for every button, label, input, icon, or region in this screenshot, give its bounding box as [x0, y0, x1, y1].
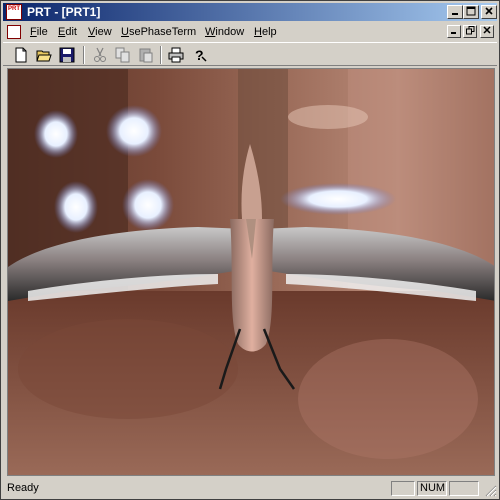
help-icon: ? — [195, 47, 207, 63]
maximize-button[interactable] — [463, 5, 479, 19]
child-close-button[interactable] — [480, 25, 494, 38]
cut-button[interactable] — [90, 46, 110, 64]
app-window: PRT PRT - [PRT1] File Edit View UsePhase… — [0, 0, 500, 500]
menu-edit[interactable]: Edit — [58, 25, 77, 39]
resize-grip[interactable] — [483, 483, 497, 497]
copy-icon — [115, 47, 130, 63]
open-button[interactable] — [34, 46, 54, 64]
window-title: PRT - [PRT1] — [27, 5, 101, 19]
toolbar-separator — [83, 46, 85, 64]
menu-edit-label: dit — [65, 26, 77, 38]
light-orb — [106, 105, 162, 157]
status-pane-num: NUM — [417, 481, 447, 496]
scene-render[interactable] — [8, 69, 495, 476]
child-restore-button[interactable] — [463, 25, 477, 38]
print-icon — [168, 47, 184, 63]
svg-text:?: ? — [195, 47, 204, 63]
minimize-icon — [451, 32, 456, 34]
save-icon — [59, 47, 75, 63]
menu-window-mnemonic: W — [205, 26, 216, 38]
menu-file-mnemonic: F — [30, 26, 37, 38]
status-text: Ready — [7, 482, 39, 494]
menu-file[interactable]: File — [30, 25, 48, 39]
close-icon — [483, 26, 491, 34]
light-streak — [288, 105, 368, 129]
close-icon — [485, 7, 493, 15]
copy-button[interactable] — [113, 46, 133, 64]
app-icon[interactable]: PRT — [6, 4, 22, 20]
menu-view-label: iew — [95, 26, 112, 38]
paste-icon — [139, 48, 153, 63]
status-pane-caps — [391, 481, 415, 496]
app-icon-text: PRT — [8, 6, 20, 12]
light-streak — [280, 183, 396, 215]
close-button[interactable] — [481, 5, 497, 19]
light-orb — [54, 181, 98, 233]
new-button[interactable] — [11, 46, 31, 64]
document-icon[interactable] — [7, 25, 21, 39]
menu-file-label: ile — [36, 26, 48, 38]
print-button[interactable] — [166, 46, 186, 64]
title-bar[interactable]: PRT PRT - [PRT1] — [3, 3, 497, 21]
render-viewport[interactable] — [7, 68, 495, 476]
minimize-icon — [452, 13, 458, 15]
minimize-button[interactable] — [447, 5, 463, 19]
floor-pattern — [18, 319, 238, 419]
menu-window[interactable]: Window — [205, 25, 244, 39]
menu-usephaseterm-mnemonic: U — [121, 26, 129, 38]
light-orb — [34, 110, 78, 158]
menu-help[interactable]: Help — [254, 25, 277, 39]
restore-icon — [465, 26, 474, 35]
floor-pattern — [298, 339, 478, 459]
status-pane-scroll — [449, 481, 479, 496]
maximize-icon — [466, 6, 476, 16]
new-icon — [15, 47, 27, 63]
paste-button[interactable] — [136, 46, 156, 64]
toolbar: ? — [3, 42, 497, 66]
menu-bar: File Edit View UsePhaseTerm Window Help — [3, 23, 497, 41]
menu-usephaseterm-label: sePhaseTerm — [128, 26, 197, 38]
resize-grip-icon — [485, 485, 497, 497]
child-minimize-button[interactable] — [447, 25, 461, 38]
status-bar: Ready NUM — [3, 479, 497, 497]
save-button[interactable] — [57, 46, 77, 64]
light-orb — [122, 179, 174, 231]
help-button[interactable]: ? — [189, 46, 209, 64]
menu-help-mnemonic: H — [254, 26, 262, 38]
open-icon — [36, 50, 52, 62]
menu-help-label: elp — [261, 26, 277, 38]
toolbar-separator — [160, 46, 162, 64]
menu-usephaseterm[interactable]: UsePhaseTerm — [121, 25, 196, 39]
menu-window-label: indow — [215, 26, 245, 38]
cut-icon — [94, 47, 106, 62]
menu-view[interactable]: View — [88, 25, 112, 39]
